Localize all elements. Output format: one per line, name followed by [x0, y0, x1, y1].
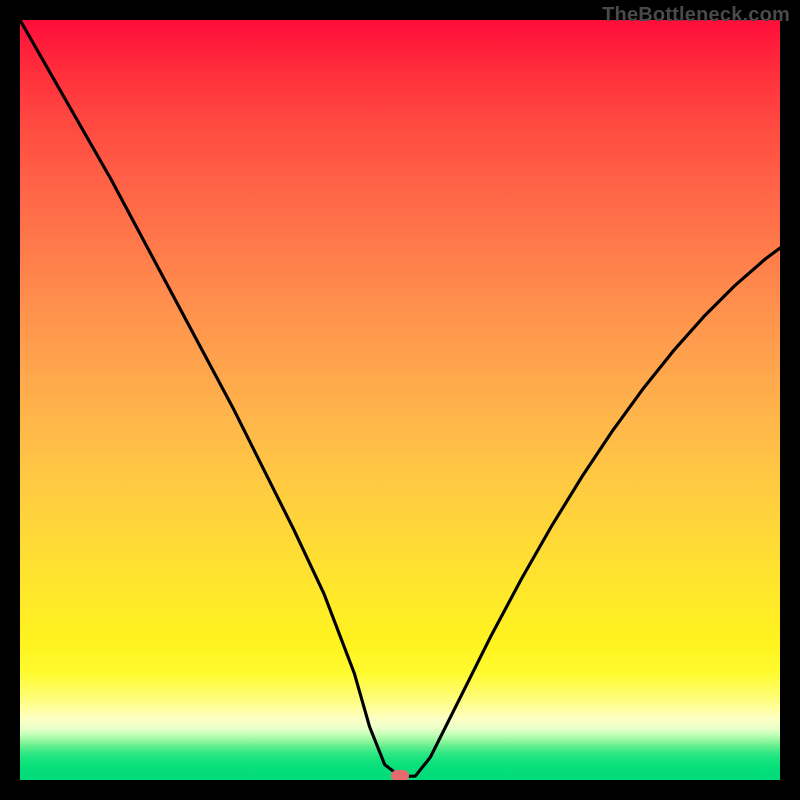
minimum-marker [391, 770, 409, 780]
bottleneck-curve [20, 20, 780, 780]
plot-area [20, 20, 780, 780]
chart-frame: TheBottleneck.com [0, 0, 800, 800]
curve-path [20, 20, 780, 776]
watermark-text: TheBottleneck.com [602, 4, 790, 27]
